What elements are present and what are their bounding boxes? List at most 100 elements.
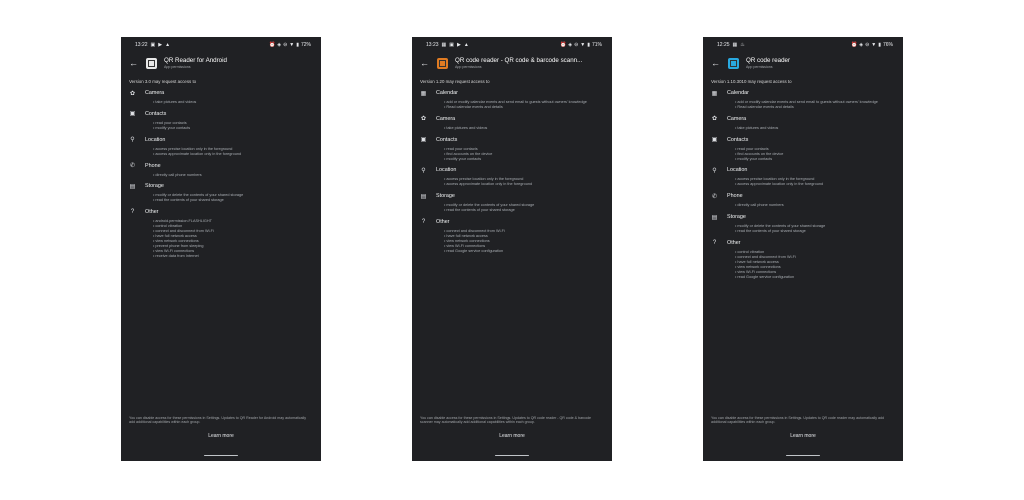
permission-group-location[interactable]: ⚲ Location • access precise location only … — [121, 135, 321, 157]
permission-group-phone[interactable]: ✆ Phone • directly call phone numbers — [703, 191, 903, 208]
app-bar: ← QR code reader - QR code & barcode scan… — [412, 51, 612, 75]
group-label: Location — [436, 167, 457, 174]
permission-item: • read Google service configuration — [735, 274, 795, 279]
permission-list: • modify or delete the contents of your … — [711, 224, 895, 234]
alarm-icon: ⏰ — [559, 42, 567, 48]
image-icon: ▣ — [150, 42, 156, 48]
image-icon: ▣ — [449, 42, 454, 48]
location-icon: ⚲ — [712, 167, 717, 174]
permission-list: • take pictures and videos — [420, 126, 604, 131]
phone-screen-3: 12:25 ▦ ♨ ⏰ ◈ ⊖ ▼ ▮ 76% ← QR code reader App permis… — [703, 37, 903, 461]
learn-more-link[interactable]: Learn more — [121, 433, 321, 439]
permission-item: • directly call phone numbers — [153, 172, 202, 177]
wifi-icon: ▼ — [871, 42, 877, 48]
app-title: QR Reader for Android — [164, 57, 227, 64]
permission-list: • android.permission.FLASHLIGHT • control… — [129, 219, 313, 258]
version-text: Version 3.0 may request access to — [129, 79, 197, 84]
permission-item: • Read calendar events and details — [735, 104, 794, 109]
permission-item: • read the contents of your shared stora… — [444, 208, 515, 213]
permission-group-other[interactable]: ? Other • android.permission.FLASHLIGHT • c… — [121, 207, 321, 258]
learn-more-link[interactable]: Learn more — [412, 433, 612, 439]
back-arrow-icon[interactable]: ← — [129, 58, 139, 68]
location-icon: ⚲ — [130, 137, 135, 144]
permission-list: • access precise location only in the fo… — [420, 177, 604, 187]
group-header: ✿ Camera — [711, 114, 895, 124]
back-arrow-icon[interactable]: ← — [420, 58, 430, 68]
group-label: Location — [727, 167, 748, 174]
vibrate-icon: ◈ — [859, 42, 864, 48]
gesture-nav-bar[interactable] — [204, 454, 238, 456]
permission-group-storage[interactable]: ▤ Storage • modify or delete the contents … — [121, 181, 321, 203]
group-label: Contacts — [727, 136, 749, 143]
permission-group-other[interactable]: ? Other • control vibration • connect and d… — [703, 238, 903, 279]
permission-group-contacts[interactable]: ▣ Contacts • read your contacts • modify yo… — [121, 109, 321, 131]
permission-item: • modify your contacts — [735, 156, 773, 161]
battery-icon: ▮ — [587, 42, 590, 48]
gesture-nav-bar[interactable] — [786, 454, 820, 456]
group-header: ▣ Contacts — [129, 109, 313, 119]
permission-group-camera[interactable]: ✿ Camera • take pictures and videos — [121, 88, 321, 105]
calendar-icon: ▦ — [441, 42, 447, 48]
group-label: Calendar — [436, 90, 458, 96]
qr-glyph — [730, 59, 737, 67]
group-label: Camera — [436, 115, 456, 122]
permission-group-contacts[interactable]: ▣ Contacts • read your contacts • find acco… — [412, 135, 612, 162]
permission-group-camera[interactable]: ✿ Camera • take pictures and videos — [412, 114, 612, 131]
group-header: ? Other — [129, 207, 313, 217]
permission-list: • add or modify calendar events and send… — [420, 100, 604, 110]
permission-group-calendar[interactable]: ▦ Calendar • add or modify calendar events… — [703, 88, 903, 110]
contacts-icon: ▣ — [711, 137, 718, 144]
qr-app-icon — [728, 57, 739, 69]
battery-icon: ▮ — [878, 42, 881, 48]
app-titles: QR Reader for Android App permissions — [164, 57, 227, 69]
footer-note: You can disable access for these permiss… — [129, 415, 307, 425]
group-label: Location — [145, 136, 166, 143]
permission-group-contacts[interactable]: ▣ Contacts • read your contacts • find acco… — [703, 135, 903, 162]
qr-glyph — [148, 59, 155, 67]
group-header: ⚲ Location — [129, 135, 313, 145]
group-header: ▤ Storage — [711, 212, 895, 222]
battery-level: 72% — [300, 42, 311, 48]
status-left: 13:23 ▦ ▣ ▶ ▲ — [426, 42, 469, 48]
group-label: Camera — [727, 115, 747, 122]
gesture-nav-bar[interactable] — [495, 454, 529, 456]
permission-group-location[interactable]: ⚲ Location • access precise location only … — [703, 165, 903, 187]
permission-list: • read your contacts • find accounts on t… — [711, 147, 895, 162]
group-label: Other — [727, 239, 741, 246]
permission-item: • read the contents of your shared stora… — [153, 198, 224, 203]
vibrate-icon: ◈ — [277, 42, 282, 48]
permission-group-phone[interactable]: ✆ Phone • directly call phone numbers — [121, 161, 321, 178]
permission-group-calendar[interactable]: ▦ Calendar • add or modify calendar events… — [412, 88, 612, 110]
permission-item: • read the contents of your shared stora… — [735, 229, 806, 234]
permission-group-other[interactable]: ? Other • connect and disconnect from Wi-F… — [412, 217, 612, 254]
calendar-icon: ▦ — [732, 42, 738, 48]
alert-icon: ▲ — [165, 42, 171, 48]
permission-item: • Read calendar events and details — [444, 104, 503, 109]
app-title: QR code reader - QR code & barcode scann… — [455, 57, 583, 64]
group-label: Storage — [727, 214, 746, 221]
group-header: ▦ Calendar — [420, 88, 604, 98]
camera-icon: ✿ — [129, 90, 136, 97]
permission-item: • access approximate location only in th… — [153, 151, 242, 156]
permission-list: • directly call phone numbers — [129, 173, 313, 178]
group-header: ▤ Storage — [420, 191, 604, 201]
phone-icon: ✆ — [711, 193, 718, 200]
location-icon: ⚲ — [421, 167, 426, 174]
dnd-icon: ⊖ — [865, 42, 870, 48]
permission-list: • control vibration • connect and disconn… — [711, 250, 895, 279]
footer-note: You can disable access for these permiss… — [420, 415, 592, 425]
app-subtitle: App permissions — [164, 65, 191, 69]
permission-group-camera[interactable]: ✿ Camera • take pictures and videos — [703, 114, 903, 131]
back-arrow-icon[interactable]: ← — [711, 58, 721, 68]
group-label: Camera — [145, 90, 165, 96]
calendar-icon: ▦ — [711, 90, 718, 97]
permission-group-storage[interactable]: ▤ Storage • modify or delete the contents … — [412, 191, 612, 213]
permission-list: • modify or delete the contents of your … — [129, 193, 313, 203]
permission-group-storage[interactable]: ▤ Storage • modify or delete the contents … — [703, 212, 903, 234]
permission-list: • take pictures and videos — [711, 126, 895, 131]
status-time: 12:25 — [717, 42, 730, 48]
phone-screen-2: 13:23 ▦ ▣ ▶ ▲ ⏰ ◈ ⊖ ▼ ▮ 71% ← QR code reader - QR co… — [412, 37, 612, 461]
permission-item: • take pictures and videos — [735, 125, 779, 130]
permission-group-location[interactable]: ⚲ Location • access precise location only … — [412, 165, 612, 187]
learn-more-link[interactable]: Learn more — [703, 433, 903, 439]
